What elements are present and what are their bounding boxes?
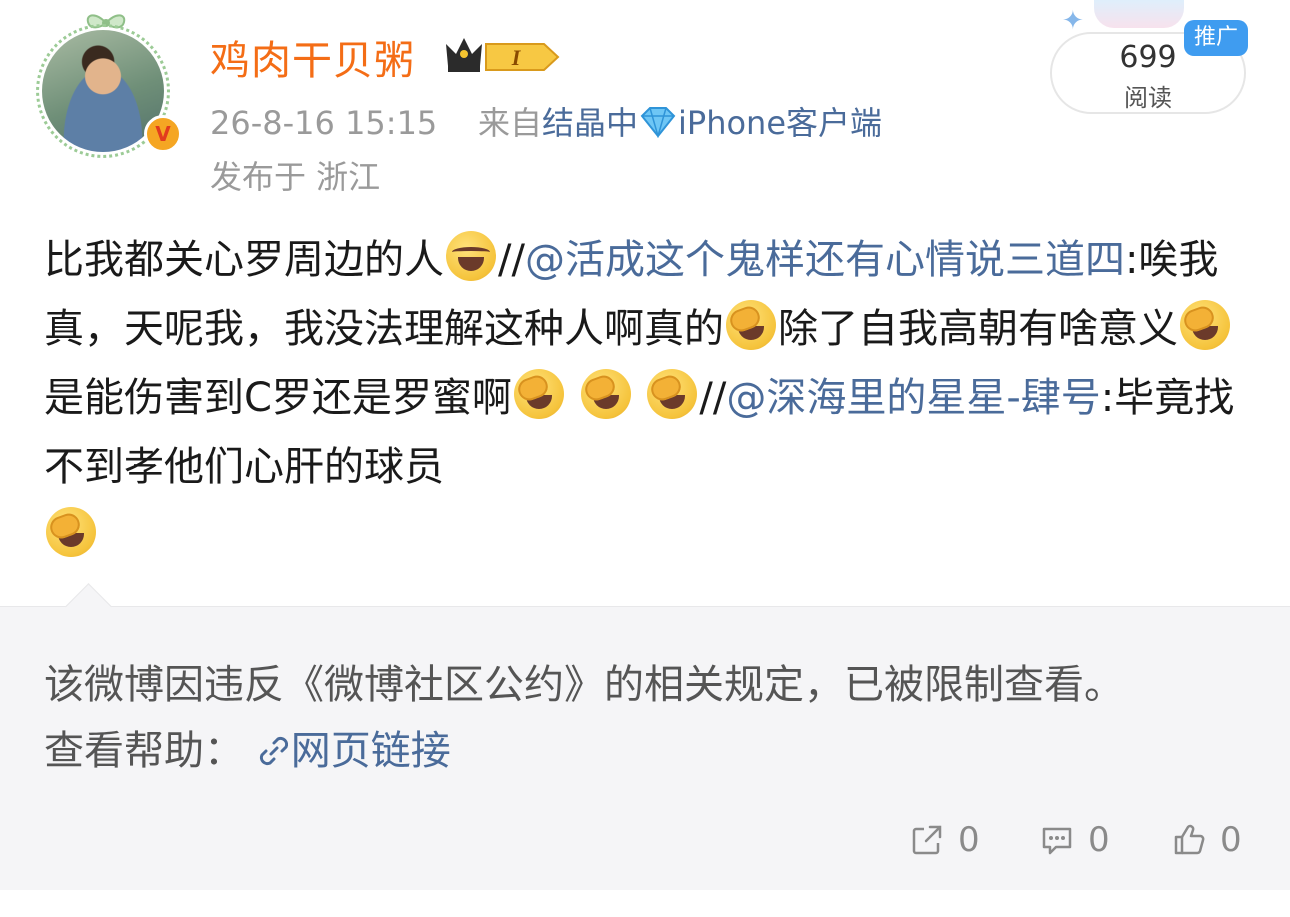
help-web-link[interactable]: 网页链接 <box>257 728 451 774</box>
decoration-banner <box>1094 0 1184 28</box>
read-count-label: 阅读 <box>1124 84 1172 112</box>
comment-count: 0 <box>1088 820 1110 860</box>
comment-button[interactable]: 0 <box>1040 820 1110 860</box>
mention-link[interactable]: @活成这个鬼样还有心情说三道四 <box>525 237 1125 283</box>
promote-badge[interactable]: 推广 <box>1184 20 1248 56</box>
facepalm-laugh-emoji-icon <box>647 369 698 419</box>
like-count: 0 <box>1220 820 1242 860</box>
thumbs-up-icon <box>1174 824 1205 855</box>
post-time: 26-8-16 15:15 <box>210 104 438 142</box>
post-location: 发布于 浙江 <box>210 158 381 196</box>
crown-icon <box>446 38 482 72</box>
author-name[interactable]: 鸡肉干贝粥 <box>210 28 415 86</box>
repost-icon <box>912 825 942 855</box>
laughing-tears-emoji-icon <box>446 231 496 281</box>
post-text: // <box>699 375 727 421</box>
level-badge-text: I <box>511 45 522 70</box>
repost-count: 0 <box>958 820 980 860</box>
link-icon <box>259 736 288 766</box>
comment-icon <box>1042 827 1072 855</box>
like-button[interactable]: 0 <box>1172 820 1242 860</box>
mention-link[interactable]: @深海里的星星-肆号 <box>726 375 1100 421</box>
post-text: 是能伤害到C罗还是罗蜜啊 <box>44 375 512 421</box>
source-prefix: 来自 <box>477 104 542 142</box>
sparkle-icon: ✦ <box>1062 6 1084 36</box>
post-body: 比我都关心罗周边的人//@活成这个鬼样还有心情说三道四:唉我真，天呢我，我没法理… <box>44 226 1244 571</box>
repost-button[interactable]: 0 <box>910 820 980 860</box>
post-text: 比我都关心罗周边的人 <box>44 237 444 283</box>
facepalm-laugh-emoji-icon <box>46 507 96 557</box>
member-level-badge[interactable]: I <box>484 40 560 74</box>
facepalm-laugh-emoji-icon <box>513 369 564 419</box>
facepalm-laugh-emoji-icon <box>580 369 631 419</box>
avatar-block[interactable]: V <box>32 10 182 160</box>
source-name-a: 结晶中 <box>541 104 638 142</box>
facepalm-laugh-emoji-icon <box>1180 300 1230 350</box>
help-row: 查看帮助： 网页链接 <box>44 718 451 776</box>
help-link-text: 网页链接 <box>290 728 451 774</box>
facepalm-laugh-emoji-icon <box>726 300 776 350</box>
post-meta: 26-8-16 15:15 来自结晶中 iPhone客户端 <box>210 98 882 144</box>
source-link[interactable]: 结晶中 iPhone客户端 <box>542 104 882 142</box>
bottom-spacer <box>0 890 1290 917</box>
post-text: 除了自我高朝有啥意义 <box>778 306 1178 352</box>
source-name-b: iPhone客户端 <box>678 104 883 142</box>
post-text: // <box>498 237 525 283</box>
diamond-icon <box>640 107 676 139</box>
restriction-notice: 该微博因违反《微博社区公约》的相关规定，已被限制查看。 <box>44 662 1124 708</box>
verified-badge-icon: V <box>144 115 182 153</box>
help-label: 查看帮助： <box>44 728 244 774</box>
